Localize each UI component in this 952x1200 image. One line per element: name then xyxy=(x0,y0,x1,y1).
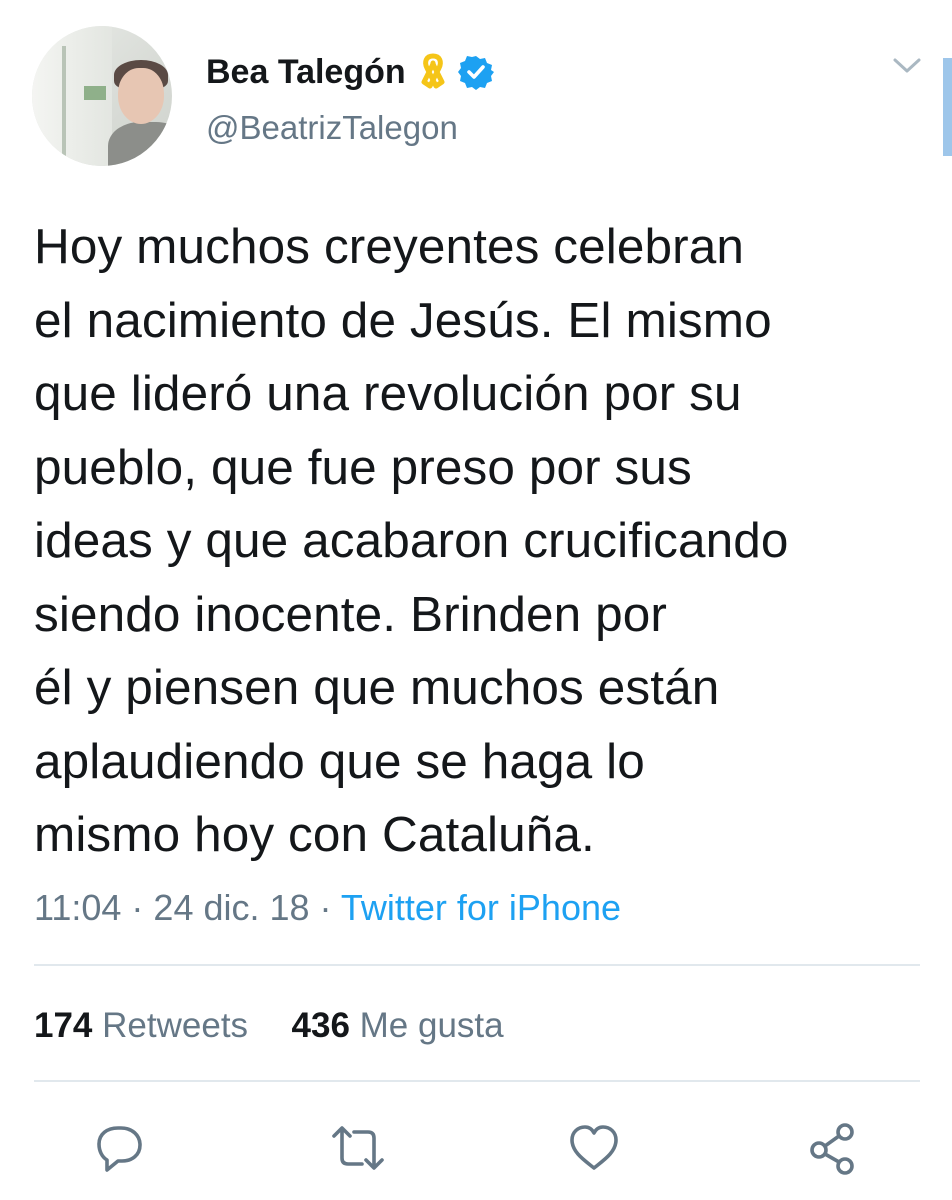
tweet-time: 11:04 xyxy=(34,887,122,928)
tweet-line: él y piensen que muchos están xyxy=(34,660,720,715)
yellow-ribbon-icon xyxy=(421,53,445,89)
retweets-count: 174 xyxy=(34,1006,93,1045)
like-icon[interactable] xyxy=(566,1120,622,1176)
avatar-shirt xyxy=(108,122,172,166)
divider xyxy=(34,1080,920,1082)
meta-separator: · xyxy=(309,887,341,928)
tweet-meta: 11:04 · 24 dic. 18 · Twitter for iPhone xyxy=(34,884,621,932)
tweet-line: siendo inocente. Brinden por xyxy=(34,586,667,642)
tweet-source-link[interactable]: Twitter for iPhone xyxy=(341,887,621,928)
likes-stat[interactable]: 436 Me gusta xyxy=(292,1006,504,1045)
scrollbar[interactable] xyxy=(943,58,952,156)
tweet-line: aplaudiendo que se haga lo xyxy=(34,733,645,789)
meta-separator: · xyxy=(121,887,154,928)
tweet-text: Hoy muchos creyentes celebran el nacimie… xyxy=(34,210,934,872)
likes-count: 436 xyxy=(291,1006,350,1045)
user-name-row[interactable]: Bea Talegón xyxy=(206,50,494,94)
verified-badge-icon xyxy=(457,56,494,90)
tweet-line: Hoy muchos creyentes celebran xyxy=(34,219,744,274)
user-name: Bea Talegón xyxy=(206,53,406,91)
avatar[interactable] xyxy=(32,26,172,166)
avatar-detail xyxy=(62,46,66,156)
retweet-icon[interactable] xyxy=(330,1120,386,1176)
retweets-stat[interactable]: 174 Retweets xyxy=(34,1006,248,1045)
user-handle[interactable]: @BeatrizTalegon xyxy=(206,106,458,150)
avatar-detail xyxy=(84,86,106,100)
tweet-stats: 174 Retweets 436 Me gusta xyxy=(34,1002,504,1050)
divider xyxy=(34,964,920,966)
avatar-face xyxy=(118,68,164,124)
tweet-line: que lideró una revolución por su xyxy=(34,366,742,421)
tweet-line: ideas y que acabaron crucificando xyxy=(34,513,789,568)
retweets-label: Retweets xyxy=(102,1006,249,1045)
tweet-line: pueblo, que fue preso por sus xyxy=(34,439,692,495)
reply-icon[interactable] xyxy=(91,1120,147,1176)
likes-label: Me gusta xyxy=(359,1006,504,1045)
tweet-line: el nacimiento de Jesús. El mismo xyxy=(34,292,772,348)
share-icon[interactable] xyxy=(805,1120,861,1176)
tweet-date: 24 dic. 18 xyxy=(153,887,310,928)
chevron-down-icon[interactable] xyxy=(890,54,924,78)
tweet-line: mismo hoy con Cataluña. xyxy=(34,807,595,862)
